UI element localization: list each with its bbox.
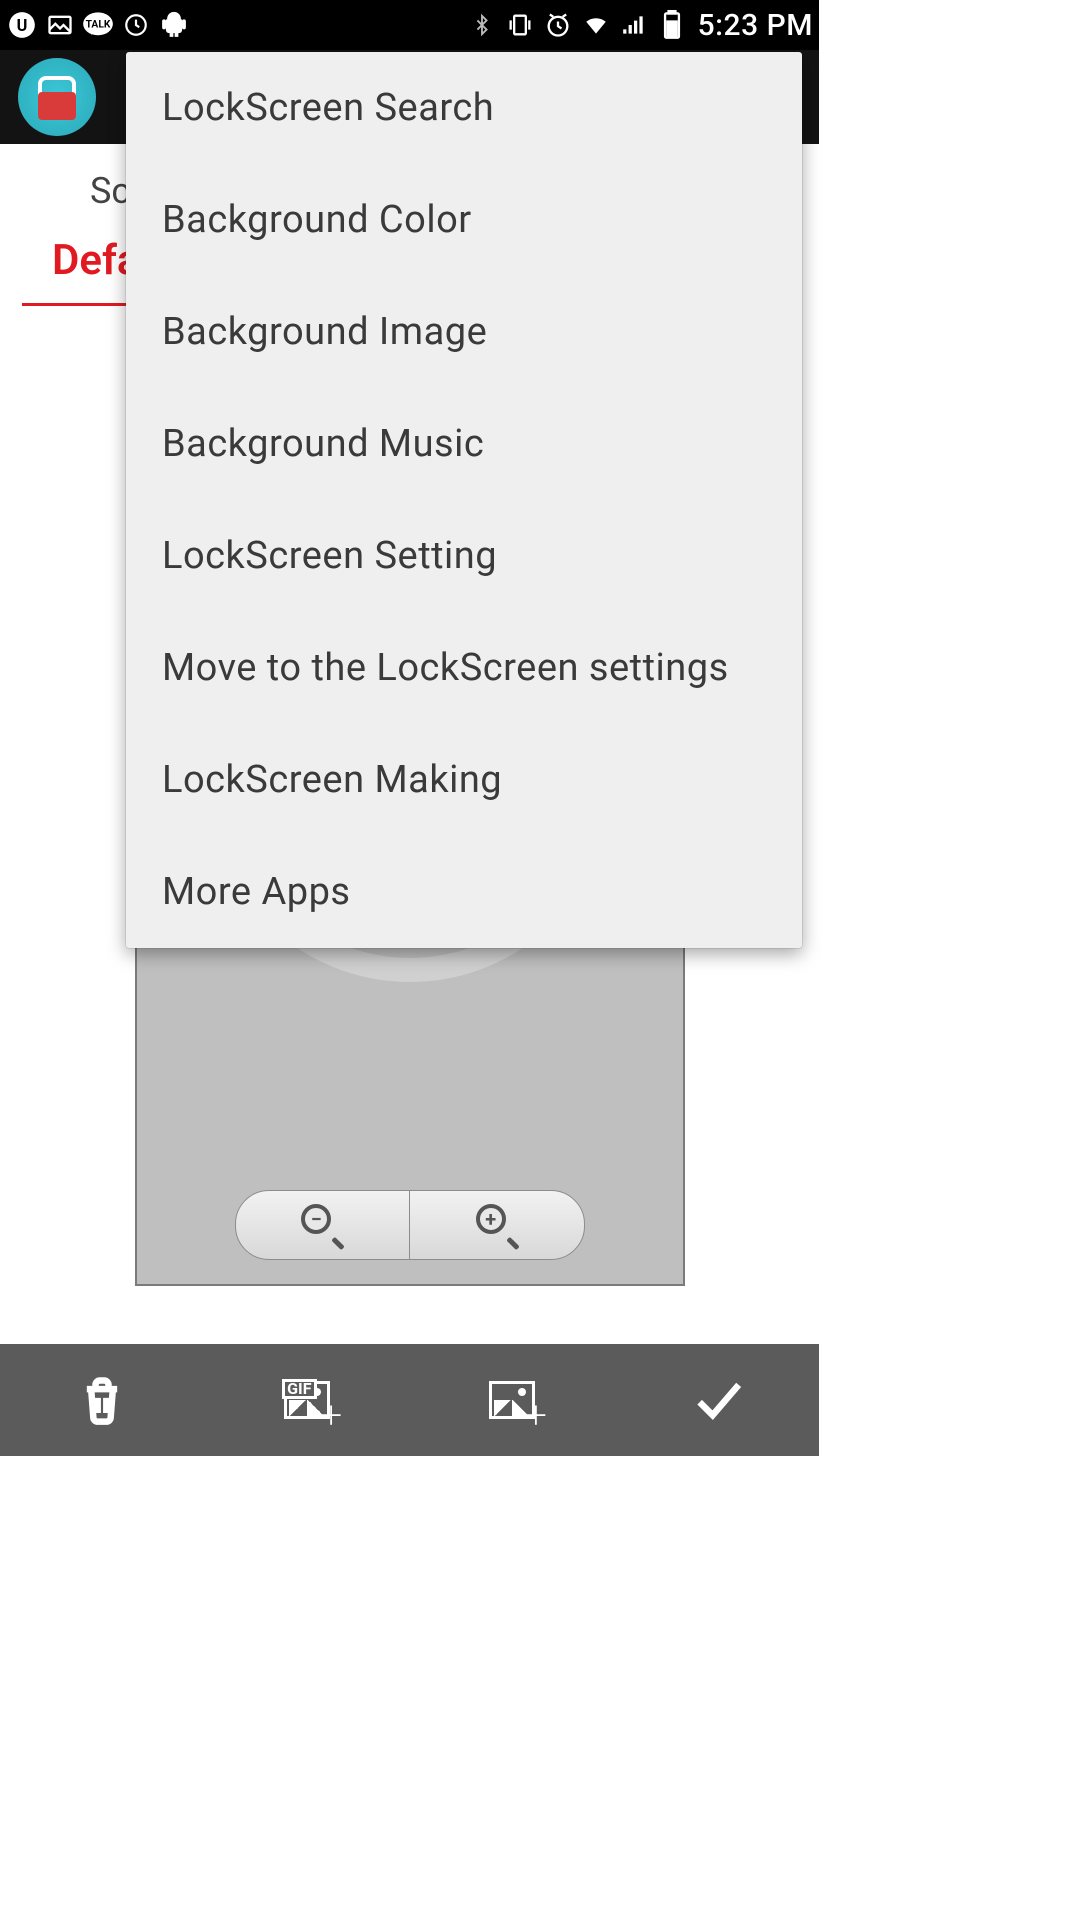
talk-icon: TALK [82,9,114,41]
zoom-out-button[interactable]: − [236,1191,411,1259]
status-right: 5:23 PM [466,8,813,43]
add-image-button[interactable]: ＋ [410,1344,615,1456]
app-icon[interactable] [18,58,96,136]
vibrate-icon [504,9,536,41]
carrier-icon: U [6,9,38,41]
picture-icon [44,9,76,41]
overflow-menu: LockScreen Search Background Color Backg… [126,52,802,948]
check-icon [691,1374,743,1426]
menu-item-background-color[interactable]: Background Color [126,164,802,276]
menu-item-lockscreen-search[interactable]: LockScreen Search [126,52,802,164]
menu-item-background-music[interactable]: Background Music [126,388,802,500]
wifi-icon [580,9,612,41]
bottom-toolbar: GIF ＋ ＋ [0,1344,819,1456]
status-left: U TALK [6,9,190,41]
status-bar: U TALK 5:23 PM [0,0,819,50]
update-icon [120,9,152,41]
image-icon: ＋ [489,1381,535,1419]
gif-image-icon: GIF ＋ [284,1381,330,1419]
zoom-out-icon: − [305,1208,339,1242]
battery-icon [656,9,688,41]
bluetooth-icon [466,9,498,41]
zoom-control: − + [235,1190,585,1260]
menu-item-move-to-settings[interactable]: Move to the LockScreen settings [126,612,802,724]
signal-icon [618,9,650,41]
confirm-button[interactable] [614,1344,819,1456]
lock-icon [38,92,76,120]
trash-icon [76,1374,128,1426]
svg-text:TALK: TALK [86,17,111,30]
android-icon [158,9,190,41]
menu-item-lockscreen-setting[interactable]: LockScreen Setting [126,500,802,612]
delete-button[interactable] [0,1344,205,1456]
zoom-in-icon: + [480,1208,514,1242]
zoom-in-button[interactable]: + [410,1191,584,1259]
add-gif-button[interactable]: GIF ＋ [205,1344,410,1456]
menu-item-lockscreen-making[interactable]: LockScreen Making [126,724,802,836]
menu-item-more-apps[interactable]: More Apps [126,836,802,948]
menu-item-background-image[interactable]: Background Image [126,276,802,388]
svg-text:U: U [17,16,28,35]
plus-icon: ＋ [523,1396,549,1433]
alarm-icon [542,9,574,41]
plus-icon: ＋ [318,1396,344,1433]
status-time: 5:23 PM [698,8,813,43]
